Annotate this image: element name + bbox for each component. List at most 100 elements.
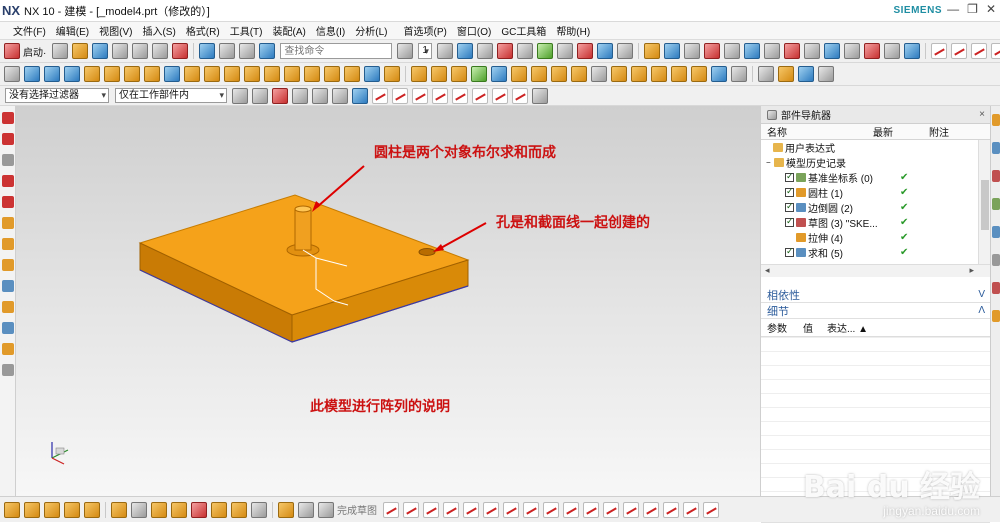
scroll-thumb[interactable] [981, 180, 989, 230]
pattern-icon[interactable] [411, 66, 427, 82]
trim-icon[interactable] [951, 43, 967, 59]
col-expression[interactable]: 表达... ▲ [821, 320, 868, 335]
offset-bottom-icon[interactable] [643, 502, 659, 518]
measure-distance-icon[interactable] [778, 66, 794, 82]
perspective-icon[interactable] [824, 43, 840, 59]
analysis-icon[interactable] [577, 43, 593, 59]
pad-icon[interactable] [204, 66, 220, 82]
menu-file[interactable]: 文件(F) [8, 23, 51, 38]
render-icon[interactable] [597, 43, 613, 59]
project-tool-icon[interactable] [2, 238, 14, 250]
intersect-icon[interactable] [304, 66, 320, 82]
rib-icon[interactable] [691, 66, 707, 82]
snap-icon[interactable] [758, 66, 774, 82]
display-mode-icon[interactable] [239, 43, 255, 59]
save-icon[interactable] [92, 43, 108, 59]
curve-tool-icon[interactable] [2, 175, 14, 187]
block-icon[interactable] [104, 66, 120, 82]
view-tool-icon[interactable] [457, 43, 473, 59]
boolean-bottom-icon[interactable] [44, 502, 60, 518]
menu-preferences[interactable]: 首选项(P) [399, 23, 452, 38]
fillet-bottom-icon[interactable] [463, 502, 479, 518]
chamfer-bottom-icon[interactable] [84, 502, 100, 518]
menu-window[interactable]: 窗口(O) [452, 23, 496, 38]
copy-face-icon[interactable] [251, 502, 267, 518]
start-button[interactable]: 启动· [23, 44, 46, 59]
menu-edit[interactable]: 编辑(E) [51, 23, 94, 38]
wireframe-icon[interactable] [724, 43, 740, 59]
line-bottom-icon[interactable] [403, 502, 419, 518]
pull-face-icon[interactable] [151, 502, 167, 518]
show-icon[interactable] [904, 43, 920, 59]
history-tab-icon[interactable] [992, 226, 1000, 238]
roles-tab-icon[interactable] [992, 282, 1000, 294]
lighting-icon[interactable] [844, 43, 860, 59]
resize-icon[interactable] [651, 66, 667, 82]
pattern-bottom-icon[interactable] [683, 502, 699, 518]
feature-icon[interactable] [644, 43, 660, 59]
blend-bottom-icon[interactable] [64, 502, 80, 518]
snap-control-icon[interactable] [412, 88, 428, 104]
sweep-tool-icon[interactable] [2, 301, 14, 313]
menu-info[interactable]: 信息(I) [311, 23, 350, 38]
constraint-nav-tab-icon[interactable] [992, 170, 1000, 182]
sketch-bottom-icon[interactable] [318, 502, 334, 518]
sketch-icon[interactable] [4, 66, 20, 82]
section-view-icon[interactable] [818, 66, 834, 82]
snap-center-icon[interactable] [452, 88, 468, 104]
snap-point-icon[interactable] [492, 88, 508, 104]
maximize-button[interactable]: ❐ [967, 2, 978, 16]
corner-icon[interactable] [583, 502, 599, 518]
snap-on-curve-icon[interactable] [512, 88, 528, 104]
visibility-checkbox[interactable] [785, 188, 794, 197]
snap-grid-icon[interactable] [437, 43, 453, 59]
hide-icon[interactable] [884, 43, 900, 59]
undo-icon[interactable] [199, 43, 215, 59]
menu-assembly[interactable]: 装配(A) [267, 23, 310, 38]
details-section[interactable]: 细节 Λ [761, 303, 990, 319]
cylinder-body[interactable] [295, 209, 311, 250]
tree-node-sketch[interactable]: 草图 (3) "SKE... ✔ [761, 215, 990, 230]
profile-icon[interactable] [383, 502, 399, 518]
reuse-library-icon[interactable] [992, 198, 1000, 210]
extract-icon[interactable] [711, 66, 727, 82]
nx-tool-icon[interactable] [617, 43, 633, 59]
replace-face-icon[interactable] [591, 66, 607, 82]
menu-view[interactable]: 视图(V) [94, 23, 137, 38]
layer-icon[interactable] [259, 43, 275, 59]
resize-blend-icon[interactable] [231, 502, 247, 518]
col-name[interactable]: 名称 [761, 124, 867, 139]
arc-tool-icon[interactable] [2, 133, 14, 145]
block-bottom-icon[interactable] [24, 502, 40, 518]
tree-node-edge-blend[interactable]: 边倒圆 (2) ✔ [761, 200, 990, 215]
copy-icon[interactable] [132, 43, 148, 59]
extrude-icon[interactable] [24, 66, 40, 82]
shell-icon[interactable] [364, 66, 380, 82]
emboss-icon[interactable] [671, 66, 687, 82]
pan-icon[interactable] [784, 43, 800, 59]
thicken-icon[interactable] [491, 66, 507, 82]
select-cursor-icon[interactable] [252, 88, 268, 104]
sphere-icon[interactable] [84, 66, 100, 82]
menu-insert[interactable]: 插入(S) [137, 23, 180, 38]
visibility-checkbox[interactable] [785, 248, 794, 257]
command-search-input[interactable] [280, 43, 392, 59]
delete-face-icon[interactable] [631, 66, 647, 82]
patch-icon[interactable] [571, 66, 587, 82]
slot-icon[interactable] [224, 66, 240, 82]
scope-combo[interactable]: 仅在工作部件内 [115, 88, 227, 103]
derived-icon[interactable] [703, 502, 719, 518]
snap-grid-point-icon[interactable] [532, 88, 548, 104]
expand-icon[interactable]: − [766, 158, 774, 167]
visibility-checkbox[interactable] [785, 203, 794, 212]
unite-icon[interactable] [264, 66, 280, 82]
scroll-left-icon[interactable]: ◂ [765, 265, 770, 276]
select-curve-icon[interactable] [292, 88, 308, 104]
boss-icon[interactable] [164, 66, 180, 82]
system-materials-icon[interactable] [992, 310, 1000, 322]
finish-sketch-button[interactable]: 完成草图 [337, 502, 377, 517]
menu-help[interactable]: 帮助(H) [551, 23, 595, 38]
point-bottom-icon[interactable] [523, 502, 539, 518]
assembly-nav-tab-icon[interactable] [992, 142, 1000, 154]
minimize-button[interactable]: — [947, 2, 959, 16]
